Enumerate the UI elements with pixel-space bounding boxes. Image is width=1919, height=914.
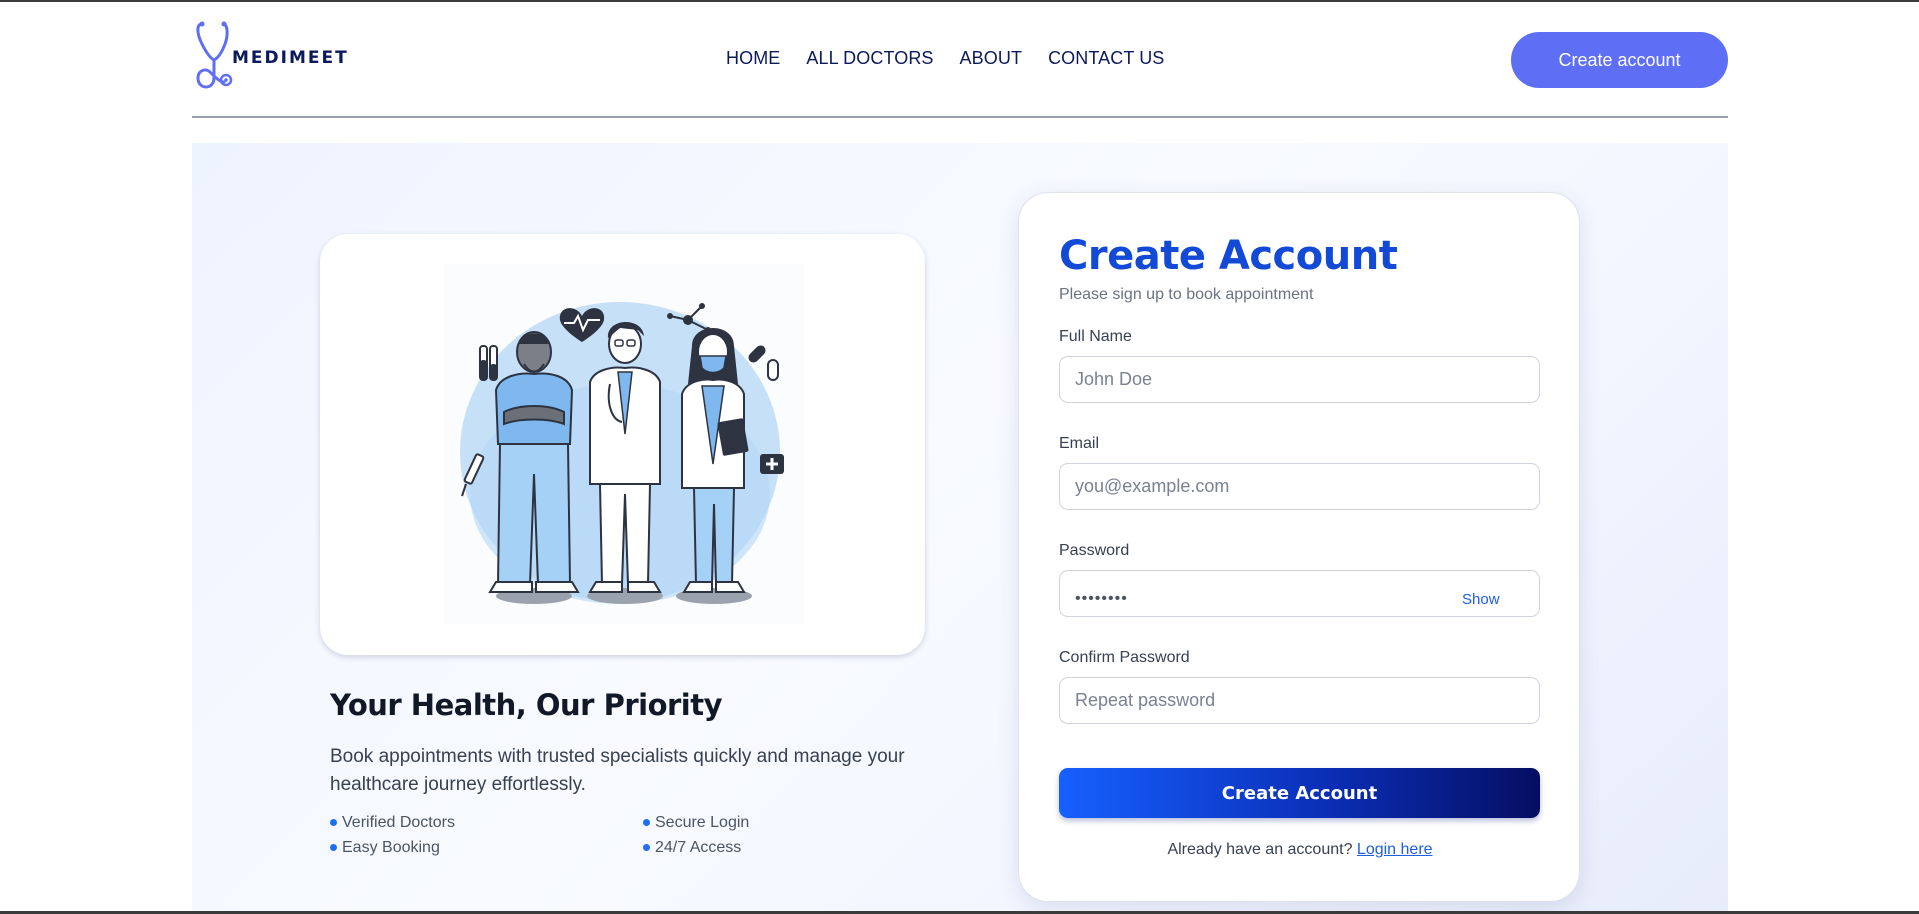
feature-label: Easy Booking bbox=[342, 838, 440, 856]
bullet-dot-icon bbox=[643, 844, 650, 851]
form-title: Create Account bbox=[1059, 233, 1398, 279]
email-input[interactable] bbox=[1059, 463, 1540, 510]
signup-hero-section: Your Health, Our Priority Book appointme… bbox=[192, 143, 1728, 911]
site-header: MEDIMEET HOME ALL DOCTORS ABOUT CONTACT … bbox=[192, 2, 1728, 118]
brand-name: MEDIMEET bbox=[232, 48, 349, 68]
feature-label: Verified Doctors bbox=[342, 813, 455, 831]
confirm-password-input[interactable] bbox=[1059, 677, 1540, 724]
stethoscope-icon bbox=[196, 21, 233, 89]
feature-item: Secure Login bbox=[643, 813, 890, 832]
full-name-input[interactable] bbox=[1059, 356, 1540, 403]
feature-label: Secure Login bbox=[655, 813, 750, 831]
login-prompt-text: Already have an account? bbox=[1167, 841, 1353, 858]
feature-label: 24/7 Access bbox=[655, 838, 742, 856]
bullet-dot-icon bbox=[643, 819, 650, 826]
login-here-link[interactable]: Login here bbox=[1357, 841, 1433, 858]
create-account-submit-button[interactable]: Create Account bbox=[1059, 768, 1540, 818]
full-name-label: Full Name bbox=[1059, 328, 1132, 345]
confirm-password-label: Confirm Password bbox=[1059, 649, 1190, 666]
hero-description: Book appointments with trusted specialis… bbox=[330, 746, 905, 795]
bullet-dot-icon bbox=[330, 844, 337, 851]
nav-contact-us-link[interactable]: CONTACT US bbox=[1048, 48, 1164, 69]
main-nav: HOME ALL DOCTORS ABOUT CONTACT US bbox=[726, 48, 1164, 69]
feature-item: Verified Doctors bbox=[330, 813, 643, 832]
nav-home-link[interactable]: HOME bbox=[726, 48, 780, 69]
nav-about-link[interactable]: ABOUT bbox=[960, 48, 1023, 69]
nav-all-doctors-link[interactable]: ALL DOCTORS bbox=[806, 48, 933, 69]
create-account-header-button[interactable]: Create account bbox=[1511, 32, 1728, 88]
form-subtitle: Please sign up to book appointment bbox=[1059, 286, 1314, 303]
hero-title: Your Health, Our Priority bbox=[330, 688, 723, 722]
feature-item: 24/7 Access bbox=[643, 838, 890, 857]
illustration-card bbox=[320, 234, 925, 655]
login-prompt-line: Already have an account? Login here bbox=[1019, 841, 1581, 859]
show-password-toggle[interactable]: Show bbox=[1462, 591, 1500, 608]
email-label: Email bbox=[1059, 435, 1100, 452]
doctors-illustration-icon bbox=[444, 264, 804, 624]
brand-logo[interactable]: MEDIMEET bbox=[194, 20, 347, 100]
bullet-dot-icon bbox=[330, 819, 337, 826]
feature-list: Verified Doctors Secure Login Easy Booki… bbox=[330, 813, 890, 857]
feature-item: Easy Booking bbox=[330, 838, 643, 857]
signup-form-card: Create Account Please sign up to book ap… bbox=[1018, 192, 1580, 902]
password-label: Password bbox=[1059, 542, 1130, 559]
